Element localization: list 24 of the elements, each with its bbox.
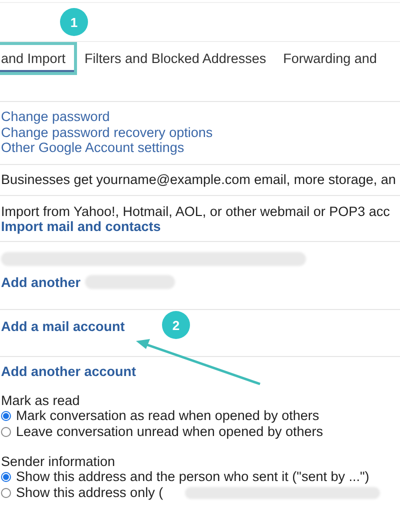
step-badge: 1	[60, 8, 88, 36]
radio-button[interactable]	[1, 426, 11, 436]
settings-link[interactable]: Change password recovery options	[1, 124, 213, 140]
option-label: Show this address only (	[16, 485, 164, 500]
group-heading: Sender information	[1, 454, 116, 468]
add-account-link[interactable]: Add another account	[1, 364, 136, 378]
option-label: Show this address and the person who sent it ("sent by ...")	[16, 469, 370, 484]
step-badge: 2	[162, 311, 190, 339]
import-text: Import from Yahoo!, Hotmail, AOL, or other webmail or POP3 acc	[1, 204, 390, 218]
settings-tab[interactable]: and Import	[0, 44, 74, 72]
option-label: Leave conversation unread when opened by others	[16, 424, 323, 439]
settings-link[interactable]: Change password	[1, 109, 110, 124]
business-text: Businesses get yourname@example.com email, more storage, an	[1, 172, 396, 186]
radio-button[interactable]	[1, 488, 11, 498]
add-mail-account-link[interactable]: Add a mail account	[1, 318, 125, 334]
add-address-link[interactable]: Add another	[1, 274, 80, 290]
settings-tab[interactable]: Filters and Blocked Addresses	[84, 44, 272, 72]
group-heading: Mark as read	[1, 392, 81, 408]
radio-button[interactable]	[1, 410, 11, 420]
settings-link[interactable]: Other Google Account settings	[1, 140, 184, 156]
option-label: Mark conversation as read when opened by others	[16, 408, 320, 423]
import-link[interactable]: Import mail and contacts	[1, 218, 161, 234]
radio-button[interactable]	[1, 472, 11, 482]
settings-tab[interactable]: Forwarding and	[282, 44, 383, 72]
